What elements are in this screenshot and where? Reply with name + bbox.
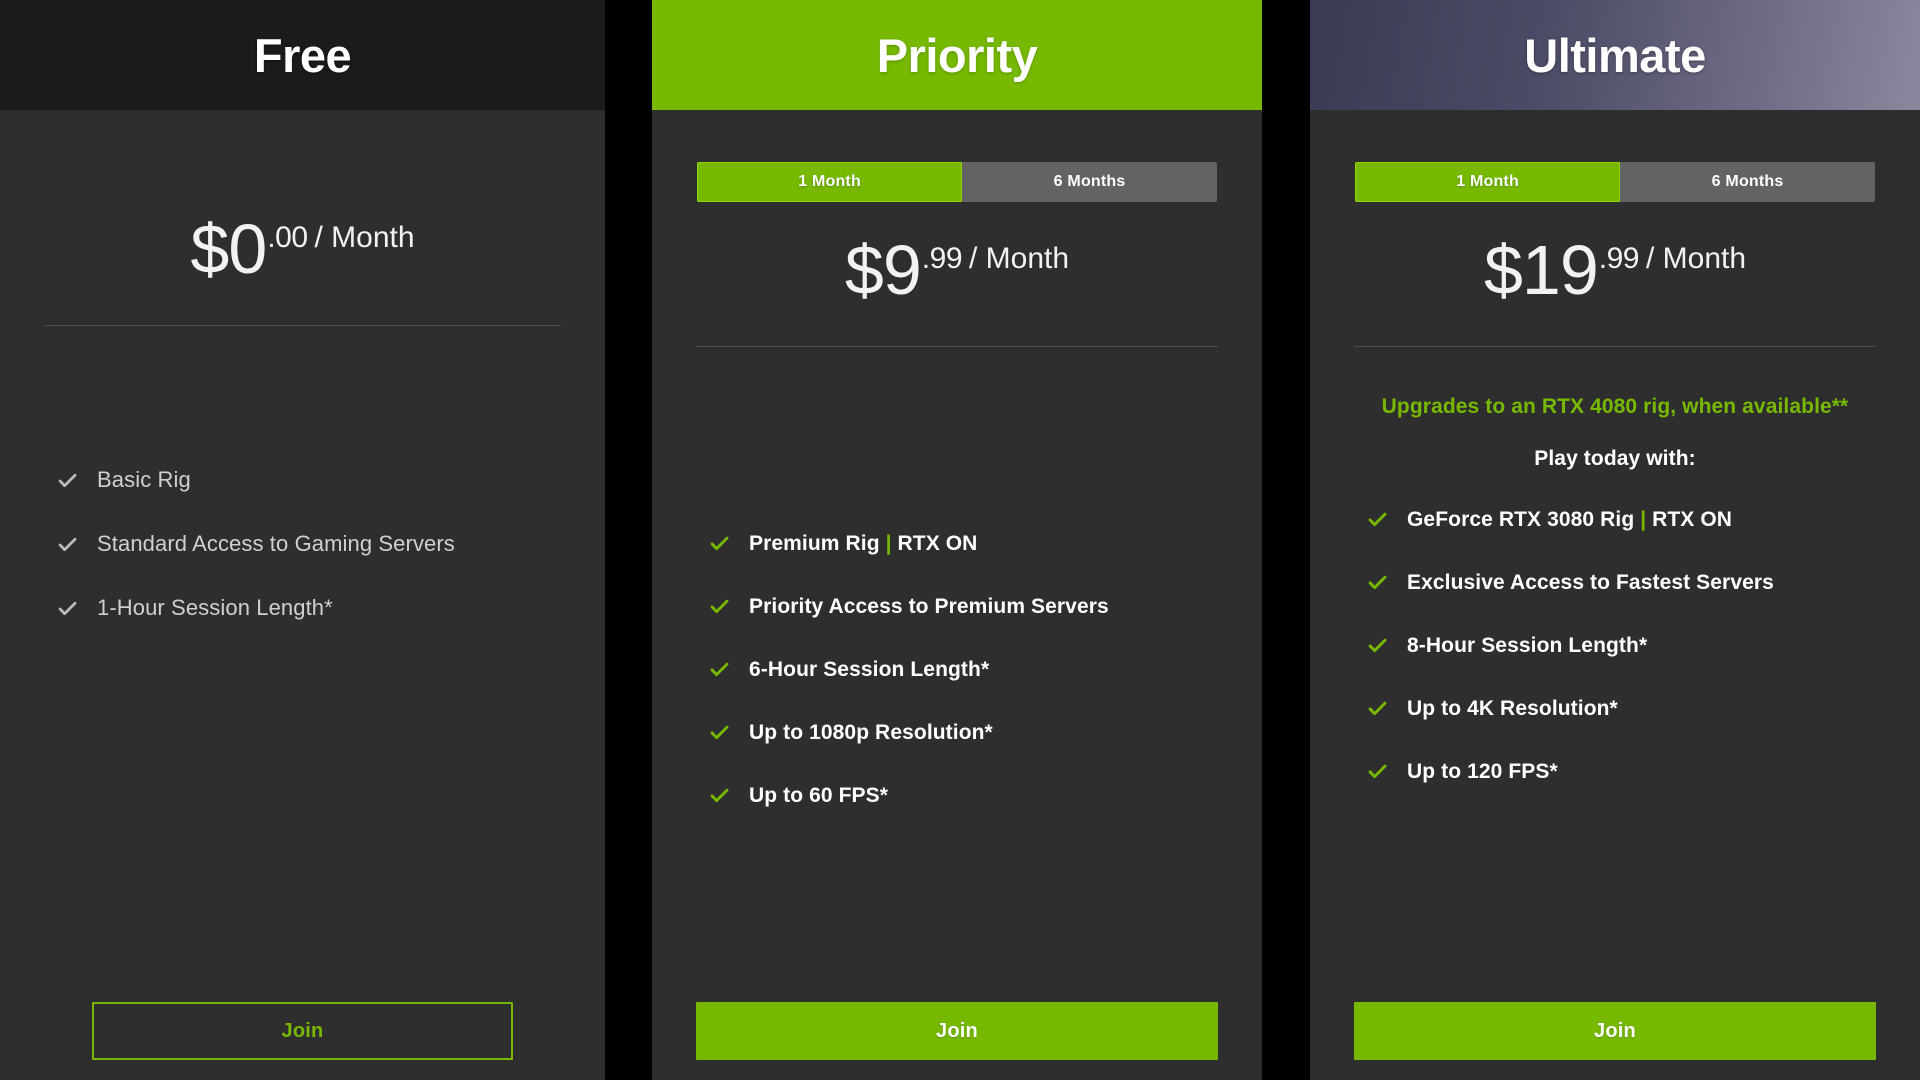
feature-label: Standard Access to Gaming Servers [97,531,455,556]
upgrade-promo-text: Upgrades to an RTX 4080 rig, when availa… [1381,395,1849,418]
feature-list-priority: Premium Rig | RTX ON Priority Access to … [696,533,1218,806]
feature-label-part1: Premium Rig [749,532,880,555]
feature-item: Up to 4K Resolution* [1367,698,1876,719]
price-period: / Month [969,242,1070,275]
term-toggle-priority[interactable]: 1 Month 6 Months [697,162,1217,202]
feature-label-part2: RTX ON [1652,507,1733,531]
feature-item: Exclusive Access to Fastest Servers [1367,572,1876,593]
feature-label: Up to 60 FPS* [749,784,888,807]
feature-label: 8-Hour Session Length* [1407,633,1648,657]
price-cents: .00 [267,221,308,254]
feature-item: 1-Hour Session Length* [57,597,561,619]
check-icon [58,601,77,615]
feature-label-part2: RTX ON [897,532,978,555]
feature-label: Up to 1080p Resolution* [749,721,993,744]
price-cents: .99 [921,242,963,275]
plan-body-priority: 1 Month 6 Months $9 .99 / Month Premium … [652,110,1262,1080]
cta-container-priority: Join [696,1002,1218,1080]
feature-item: GeForce RTX 3080 Rig | RTX ON [1367,509,1876,530]
term-option-6-months[interactable]: 6 Months [962,162,1217,202]
feature-label-part1: GeForce RTX 3080 Rig [1407,507,1635,531]
feature-item: 8-Hour Session Length* [1367,635,1876,656]
join-button-ultimate[interactable]: Join [1354,1002,1876,1060]
plan-card-ultimate: Ultimate 1 Month 6 Months $19 .99 / Mont… [1310,0,1920,1080]
feature-item: Up to 1080p Resolution* [709,722,1218,743]
plan-price-ultimate: $19 .99 / Month [1354,235,1876,305]
check-icon [710,599,729,614]
feature-item: Up to 120 FPS* [1367,761,1876,782]
term-option-1-month[interactable]: 1 Month [697,162,963,202]
feature-separator: | [1640,507,1647,531]
pricing-plans-board: Free $0 .00 / Month Basic Rig Standard A… [0,0,1920,1080]
plan-price-free: $0 .00 / Month [44,214,561,284]
feature-label: Up to 4K Resolution* [1407,696,1618,720]
feature-label: Up to 120 FPS* [1407,759,1558,783]
join-button-priority[interactable]: Join [696,1002,1218,1060]
check-icon [710,662,729,677]
price-period: / Month [314,221,415,254]
cta-container-ultimate: Join [1354,1002,1876,1080]
feature-label: 1-Hour Session Length* [97,595,333,620]
price-period: / Month [1645,242,1747,275]
feature-list-ultimate: GeForce RTX 3080 Rig | RTX ON Exclusive … [1354,509,1876,782]
feature-item: Basic Rig [57,469,561,491]
feature-label: Priority Access to Premium Servers [749,595,1109,618]
plan-card-priority: Priority 1 Month 6 Months $9 .99 / Month… [652,0,1262,1080]
feature-item: Standard Access to Gaming Servers [57,533,561,555]
cta-container-free: Join [44,1002,561,1080]
promo-subheading: Play today with: [1534,446,1696,470]
plan-header-free: Free [0,0,605,110]
feature-separator: | [885,532,892,555]
feature-label: Premium Rig | RTX ON [749,533,977,554]
join-button-free[interactable]: Join [92,1002,513,1060]
check-icon [1368,638,1387,652]
check-icon [710,536,729,551]
plan-title-free: Free [253,28,352,82]
feature-label: Basic Rig [97,467,191,492]
plan-header-priority: Priority [652,0,1262,110]
check-icon [1368,701,1387,715]
price-divider [1354,346,1876,347]
plan-title-priority: Priority [876,28,1038,82]
price-divider [696,346,1218,347]
term-option-1-month[interactable]: 1 Month [1355,162,1621,202]
check-icon [710,788,729,803]
feature-label: Exclusive Access to Fastest Servers [1407,570,1774,594]
check-icon [1368,575,1387,589]
check-icon [1368,512,1387,526]
plan-card-free: Free $0 .00 / Month Basic Rig Standard A… [0,0,605,1080]
feature-label: 6-Hour Session Length* [749,658,990,681]
price-cents: .99 [1598,242,1640,275]
plan-price-priority: $9 .99 / Month [696,235,1218,305]
plan-title-ultimate: Ultimate [1524,28,1706,82]
feature-list-free: Basic Rig Standard Access to Gaming Serv… [44,469,561,619]
price-divider [44,325,561,326]
plan-body-ultimate: 1 Month 6 Months $19 .99 / Month Upgrade… [1310,110,1920,1080]
check-icon [710,725,729,740]
feature-label: GeForce RTX 3080 Rig | RTX ON [1407,509,1732,530]
feature-item: 6-Hour Session Length* [709,659,1218,680]
feature-item: Up to 60 FPS* [709,785,1218,806]
check-icon [58,537,77,551]
price-amount: $9 [844,231,922,309]
check-icon [58,473,77,487]
feature-item: Priority Access to Premium Servers [709,596,1218,617]
term-option-6-months[interactable]: 6 Months [1620,162,1875,202]
term-toggle-ultimate[interactable]: 1 Month 6 Months [1355,162,1875,202]
price-amount: $19 [1483,231,1599,309]
plan-body-free: $0 .00 / Month Basic Rig Standard Access… [0,110,605,1080]
price-amount: $0 [190,210,267,288]
check-icon [1368,764,1387,778]
plan-header-ultimate: Ultimate [1310,0,1920,110]
feature-item: Premium Rig | RTX ON [709,533,1218,554]
